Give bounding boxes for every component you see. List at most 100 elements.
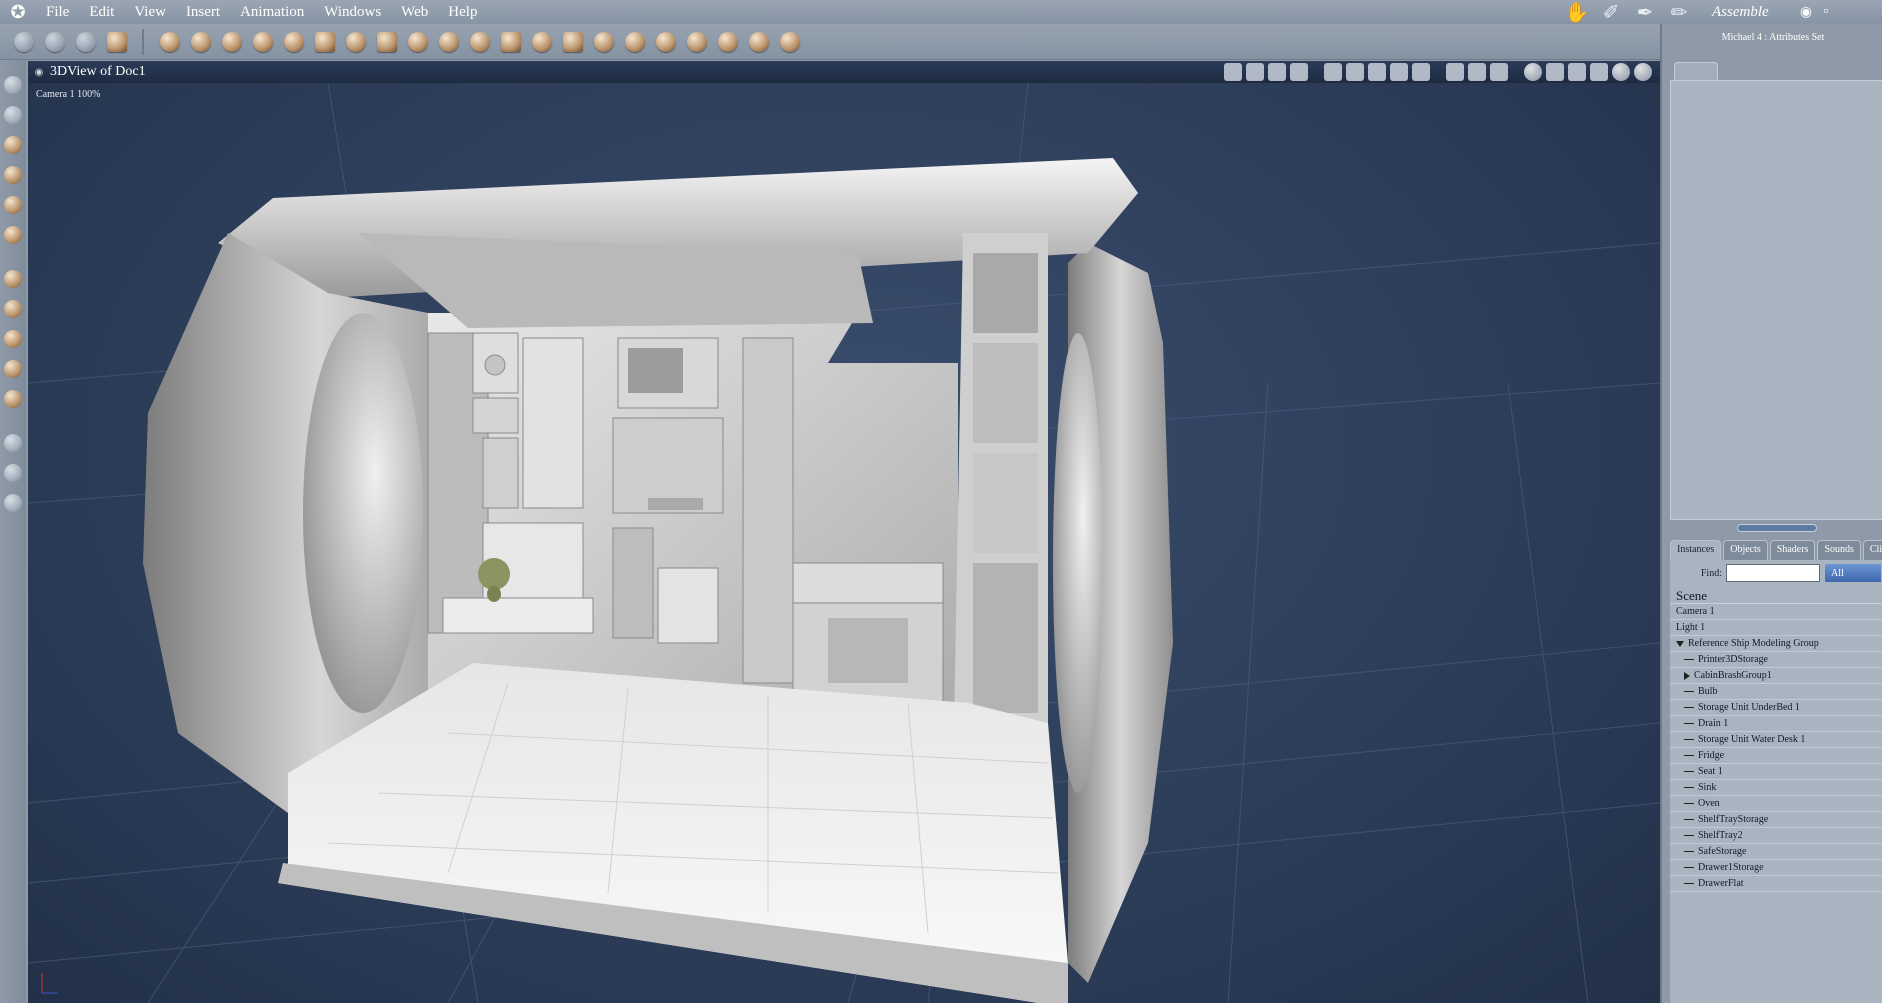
terrain-primitive-icon[interactable]	[495, 27, 526, 57]
tab-clips[interactable]: Clips	[1862, 540, 1882, 560]
rotate-tool-icon[interactable]	[2, 130, 24, 160]
wrench-primitive-icon[interactable]	[774, 27, 805, 57]
direct-select-icon[interactable]	[2, 100, 24, 130]
tree-row[interactable]: ShelfTrayStorage	[1670, 812, 1882, 828]
tree-row[interactable]: Printer3DStorage	[1670, 652, 1882, 668]
knife-tool-icon[interactable]	[2, 190, 24, 220]
hand-tool-icon[interactable]	[39, 27, 70, 57]
tree-row[interactable]: Oven	[1670, 796, 1882, 812]
zoom-magnifier-icon[interactable]	[2, 488, 24, 518]
house-primitive-icon[interactable]	[557, 27, 588, 57]
shield-alt-icon[interactable]	[1468, 63, 1486, 81]
view-title-bar[interactable]: ◉ 3DView of Doc1	[28, 61, 1660, 83]
hat-primitive-icon[interactable]	[433, 27, 464, 57]
terrain-view-icon[interactable]	[1268, 63, 1286, 81]
collapsed-triangle-icon[interactable]	[1684, 671, 1690, 680]
app-logo-icon[interactable]: ✪	[0, 0, 36, 24]
find-input[interactable]	[1726, 564, 1820, 582]
menu-web[interactable]: Web	[391, 0, 438, 24]
brush-room-icon[interactable]: ✐	[1594, 0, 1628, 24]
tree-row[interactable]: Camera 1	[1670, 604, 1882, 620]
window-restore-icon[interactable]: ▫	[1816, 4, 1836, 20]
tree-row[interactable]: Reference Ship Modeling Group	[1670, 636, 1882, 652]
filter-dropdown[interactable]: All	[1825, 564, 1881, 582]
tree-row[interactable]: Storage Unit UnderBed 1	[1670, 700, 1882, 716]
render-preview-icon[interactable]	[1634, 63, 1652, 81]
select-tool-icon[interactable]	[8, 27, 39, 57]
three-view-icon[interactable]	[1412, 63, 1430, 81]
split-vertical-icon[interactable]	[1368, 63, 1386, 81]
tree-row[interactable]: Sink	[1670, 780, 1882, 796]
move-tool-icon[interactable]	[2, 264, 24, 294]
menu-edit[interactable]: Edit	[79, 0, 124, 24]
current-room-label[interactable]: Assemble	[1712, 4, 1796, 21]
compass-icon[interactable]	[1524, 63, 1542, 81]
tree-row[interactable]: Bulb	[1670, 684, 1882, 700]
tree-row[interactable]: Storage Unit Water Desk 1	[1670, 732, 1882, 748]
flame-primitive-icon[interactable]	[464, 27, 495, 57]
tree-row[interactable]: Seat 1	[1670, 764, 1882, 780]
tree-primitive-icon[interactable]	[402, 27, 433, 57]
tree-row[interactable]: DrawerFlat	[1670, 876, 1882, 892]
menu-animation[interactable]: Animation	[230, 0, 314, 24]
menu-help[interactable]: Help	[438, 0, 487, 24]
brush-tool-icon[interactable]	[70, 27, 101, 57]
universal-tool-icon[interactable]	[2, 354, 24, 384]
cube-tool-icon[interactable]	[2, 384, 24, 414]
tree-row[interactable]: Drawer1Storage	[1670, 860, 1882, 876]
tab-instances[interactable]: Instances	[1670, 540, 1722, 560]
pan-hand-icon[interactable]	[2, 458, 24, 488]
text-primitive-icon[interactable]	[309, 27, 340, 57]
sphere-primitive-icon[interactable]	[154, 27, 185, 57]
crystal-primitive-icon[interactable]	[526, 27, 557, 57]
hand-room-icon[interactable]: ✋	[1560, 0, 1594, 24]
scene-header[interactable]: Scene	[1670, 586, 1882, 604]
gear-primitive-icon[interactable]	[340, 27, 371, 57]
arrow-select-icon[interactable]	[2, 70, 24, 100]
splitter-handle[interactable]	[1737, 524, 1817, 532]
tree-row[interactable]: SafeStorage	[1670, 844, 1882, 860]
light-icon[interactable]	[1224, 63, 1242, 81]
menu-view[interactable]: View	[124, 0, 176, 24]
pencil-room-icon[interactable]: ✏	[1662, 0, 1696, 24]
move-xy-tool-icon[interactable]	[2, 294, 24, 324]
tab-objects[interactable]: Objects	[1723, 540, 1768, 560]
shield-check-icon[interactable]	[1490, 63, 1508, 81]
camera-icon[interactable]	[2, 428, 24, 458]
wireframe-cube-icon[interactable]	[1568, 63, 1586, 81]
shaded-cube-icon[interactable]	[1590, 63, 1608, 81]
shield-icon[interactable]	[1446, 63, 1464, 81]
window-menu-icon[interactable]: ◉	[28, 67, 50, 78]
bounding-box-icon[interactable]	[1546, 63, 1564, 81]
pen-room-icon[interactable]: ✒	[1628, 0, 1662, 24]
attributes-tab[interactable]	[1674, 62, 1718, 80]
tree-row[interactable]: Fridge	[1670, 748, 1882, 764]
target-primitive-icon[interactable]	[743, 27, 774, 57]
plane-primitive-icon[interactable]	[371, 27, 402, 57]
panel-splitter[interactable]	[1670, 524, 1882, 532]
grid-toggle-icon[interactable]	[1290, 63, 1308, 81]
twist-tool-icon[interactable]	[2, 160, 24, 190]
globe-primitive-icon[interactable]	[216, 27, 247, 57]
eye-icon[interactable]: ◉	[1796, 4, 1816, 21]
menu-windows[interactable]: Windows	[314, 0, 391, 24]
hammer-primitive-icon[interactable]	[650, 27, 681, 57]
torus-primitive-icon[interactable]	[278, 27, 309, 57]
3d-viewport[interactable]: Camera 1 100%	[28, 83, 1660, 1003]
eraser-tool-icon[interactable]	[101, 27, 132, 57]
expanded-triangle-icon[interactable]	[1676, 640, 1684, 647]
bug-primitive-icon[interactable]	[681, 27, 712, 57]
single-view-icon[interactable]	[1324, 63, 1342, 81]
smooth-shade-icon[interactable]	[1612, 63, 1630, 81]
tab-sounds[interactable]: Sounds	[1817, 540, 1861, 560]
figure-primitive-icon[interactable]	[619, 27, 650, 57]
scatter-primitive-icon[interactable]	[712, 27, 743, 57]
menu-insert[interactable]: Insert	[176, 0, 230, 24]
tree-row[interactable]: Light 1	[1670, 620, 1882, 636]
tree-row[interactable]: ShelfTray2	[1670, 828, 1882, 844]
tab-shaders[interactable]: Shaders	[1769, 540, 1816, 560]
bowl-primitive-icon[interactable]	[588, 27, 619, 57]
tree-row[interactable]: Drain 1	[1670, 716, 1882, 732]
lock-icon[interactable]	[1246, 63, 1264, 81]
split-horizontal-icon[interactable]	[1346, 63, 1364, 81]
